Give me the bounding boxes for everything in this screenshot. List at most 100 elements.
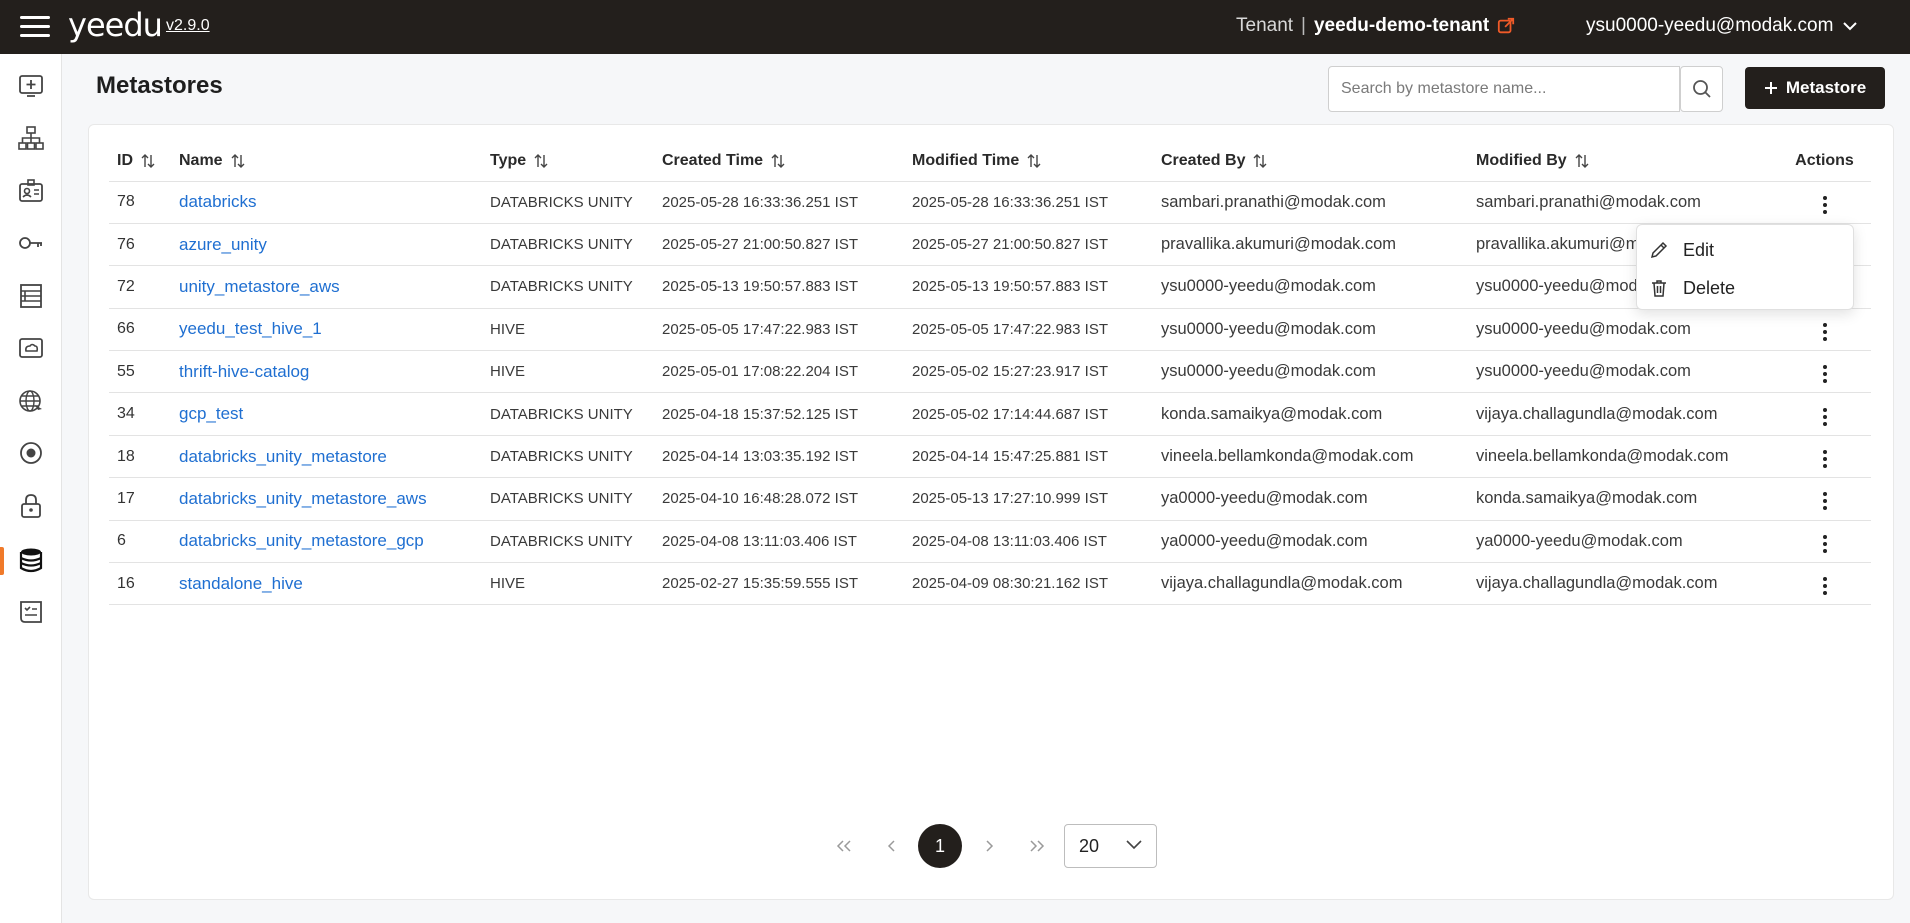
next-page-button[interactable] <box>967 824 1011 868</box>
search-button[interactable] <box>1680 66 1723 112</box>
metastore-name-link[interactable]: databricks <box>179 192 256 211</box>
sidebar-item-credentials[interactable] <box>0 220 62 266</box>
external-link-icon[interactable] <box>1497 17 1515 35</box>
previous-page-button[interactable] <box>870 824 914 868</box>
hamburger-menu-icon[interactable] <box>20 16 50 38</box>
column-header-type[interactable]: Type <box>482 141 654 182</box>
cell-created-by: ya0000-yeedu@modak.com <box>1153 520 1468 564</box>
cell-modified-by: sambari.pranathi@modak.com <box>1468 181 1778 224</box>
table-row: 76 azure_unity DATABRICKS UNITY 2025-05-27 … <box>109 223 1871 267</box>
column-header-created-by[interactable]: Created By <box>1153 141 1468 182</box>
kebab-menu-icon[interactable] <box>1815 531 1835 557</box>
cell-created-time: 2025-04-14 13:03:35.192 IST <box>654 435 904 479</box>
cell-actions <box>1778 520 1871 564</box>
table-row: 16 standalone_hive HIVE 2025-02-27 15:35:59… <box>109 562 1871 606</box>
search-input[interactable] <box>1328 66 1680 112</box>
app-logo[interactable]: yeedu <box>68 6 163 44</box>
cell-name: yeedu_test_hive_1 <box>171 308 482 352</box>
kebab-menu-icon[interactable] <box>1815 319 1835 345</box>
metastore-name-link[interactable]: thrift-hive-catalog <box>179 362 309 381</box>
sidebar-item-storage[interactable] <box>0 273 62 319</box>
sidebar-item-clusters[interactable] <box>0 115 62 161</box>
column-header-id[interactable]: ID <box>109 141 171 182</box>
metastore-name-link[interactable]: unity_metastore_aws <box>179 277 340 296</box>
trash-icon <box>1652 280 1666 297</box>
double-chevron-left-icon <box>836 840 851 852</box>
sidebar-item-profiles[interactable] <box>0 168 62 214</box>
cell-type: HIVE <box>482 562 654 606</box>
metastore-name-link[interactable]: yeedu_test_hive_1 <box>179 319 322 338</box>
sidebar-item-cloud[interactable] <box>0 325 62 371</box>
cell-name: azure_unity <box>171 223 482 267</box>
cell-created-time: 2025-05-05 17:47:22.983 IST <box>654 308 904 352</box>
table-row: 66 yeedu_test_hive_1 HIVE 2025-05-05 17:47:… <box>109 308 1871 352</box>
sidebar-item-targets[interactable] <box>0 430 62 476</box>
cell-created-by: ysu0000-yeedu@modak.com <box>1153 265 1468 309</box>
add-metastore-label: Metastore <box>1785 78 1867 97</box>
sidebar <box>0 54 62 923</box>
metastore-name-link[interactable]: databricks_unity_metastore <box>179 447 387 466</box>
cell-id: 17 <box>109 477 171 521</box>
metastore-name-link[interactable]: databricks_unity_metastore_aws <box>179 489 427 508</box>
storage-rack-icon <box>20 284 42 308</box>
cell-type: HIVE <box>482 350 654 394</box>
cell-modified-time: 2025-05-13 17:27:10.999 IST <box>904 477 1153 521</box>
table-row: 72 unity_metastore_aws DATABRICKS UNITY 202… <box>109 265 1871 309</box>
sidebar-item-workspace[interactable] <box>0 63 62 109</box>
metastore-name-link[interactable]: standalone_hive <box>179 574 303 593</box>
current-page-button[interactable]: 1 <box>918 824 962 868</box>
cell-created-time: 2025-05-01 17:08:22.204 IST <box>654 350 904 394</box>
page-size-select[interactable]: 20 <box>1064 824 1157 868</box>
add-metastore-button[interactable]: Metastore <box>1745 67 1885 109</box>
cell-actions <box>1778 181 1871 224</box>
database-icon <box>19 548 43 573</box>
cell-modified-time: 2025-05-13 19:50:57.883 IST <box>904 265 1153 309</box>
last-page-button[interactable] <box>1015 824 1059 868</box>
user-menu[interactable]: ysu0000-yeedu@modak.com <box>1586 15 1858 37</box>
menu-item-delete[interactable]: Delete <box>1637 269 1853 307</box>
menu-item-edit[interactable]: Edit <box>1637 231 1853 269</box>
sidebar-item-metastores[interactable] <box>0 537 62 583</box>
version-link[interactable]: v2.9.0 <box>166 17 210 35</box>
cell-type: DATABRICKS UNITY <box>482 435 654 479</box>
cell-created-time: 2025-02-27 15:35:59.555 IST <box>654 562 904 606</box>
cell-modified-time: 2025-04-14 15:47:25.881 IST <box>904 435 1153 479</box>
cell-id: 66 <box>109 308 171 352</box>
cell-modified-time: 2025-05-02 15:27:23.917 IST <box>904 350 1153 394</box>
kebab-menu-icon[interactable] <box>1815 446 1835 472</box>
cell-created-by: vijaya.challagundla@modak.com <box>1153 562 1468 606</box>
column-header-name[interactable]: Name <box>171 141 482 182</box>
first-page-button[interactable] <box>822 824 866 868</box>
user-email: ysu0000-yeedu@modak.com <box>1586 15 1834 36</box>
sort-icon <box>1575 153 1589 168</box>
cell-modified-by: ya0000-yeedu@modak.com <box>1468 520 1778 564</box>
cell-name: databricks_unity_metastore <box>171 435 482 479</box>
cell-id: 6 <box>109 520 171 564</box>
cell-id: 34 <box>109 392 171 436</box>
cell-created-time: 2025-04-10 16:48:28.072 IST <box>654 477 904 521</box>
cell-id: 55 <box>109 350 171 394</box>
kebab-menu-icon[interactable] <box>1815 192 1835 218</box>
table-row: 55 thrift-hive-catalog HIVE 2025-05-01 17:0… <box>109 350 1871 394</box>
kebab-menu-icon[interactable] <box>1815 404 1835 430</box>
cell-created-by: ysu0000-yeedu@modak.com <box>1153 350 1468 394</box>
cell-actions <box>1778 435 1871 479</box>
cell-modified-by: ysu0000-yeedu@modak.com <box>1468 308 1778 352</box>
cell-id: 78 <box>109 181 171 224</box>
kebab-menu-icon[interactable] <box>1815 361 1835 387</box>
kebab-menu-icon[interactable] <box>1815 488 1835 514</box>
column-header-created-time[interactable]: Created Time <box>654 141 904 182</box>
cell-created-time: 2025-04-18 15:37:52.125 IST <box>654 392 904 436</box>
cell-modified-time: 2025-04-09 08:30:21.162 IST <box>904 562 1153 606</box>
metastore-name-link[interactable]: databricks_unity_metastore_gcp <box>179 531 424 550</box>
sidebar-item-network[interactable] <box>0 378 62 424</box>
column-header-modified-by[interactable]: Modified By <box>1468 141 1778 182</box>
sidebar-item-billing[interactable] <box>0 589 62 635</box>
column-header-modified-time[interactable]: Modified Time <box>904 141 1153 182</box>
sidebar-item-security[interactable] <box>0 483 62 529</box>
metastore-name-link[interactable]: azure_unity <box>179 235 267 254</box>
kebab-menu-icon[interactable] <box>1815 573 1835 599</box>
cell-type: DATABRICKS UNITY <box>482 477 654 521</box>
double-chevron-right-icon <box>1030 840 1045 852</box>
metastore-name-link[interactable]: gcp_test <box>179 404 243 423</box>
